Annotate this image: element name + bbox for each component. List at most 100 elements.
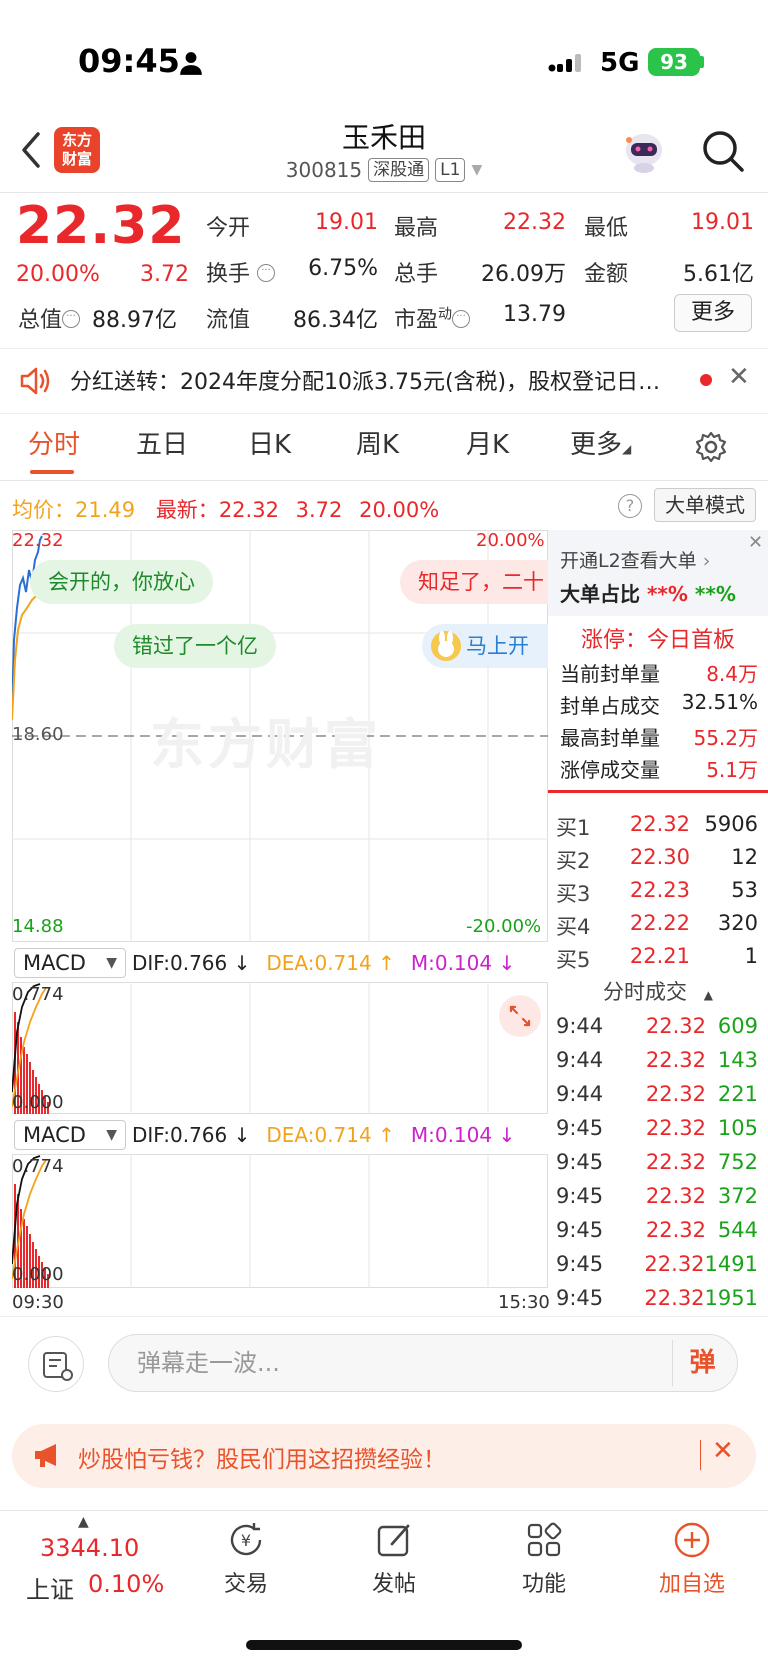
network-label: 5G (600, 48, 640, 78)
float-cap-value: 86.34亿 (293, 308, 378, 333)
tab-daily-k[interactable]: 日K (248, 424, 291, 461)
battery-icon: 93 (648, 48, 700, 76)
limit-kv-row: 最高封单量 55.2万 (560, 726, 758, 750)
tick-row: 9:45 22.32 105 (556, 1116, 758, 1140)
tab-weekly-k[interactable]: 周K (356, 424, 399, 461)
dif-value: DIF:0.766 ↓ (132, 951, 251, 975)
edit-icon (377, 1524, 410, 1557)
tick-row: 9:45 22.32 1951 (556, 1286, 758, 1310)
help-icon[interactable]: ? (618, 494, 642, 518)
danmu-bubble[interactable]: 会开的，你放心 (30, 560, 213, 604)
tab-more[interactable]: 更多◢ (570, 424, 631, 461)
total-cap-label: 总值 ··· (18, 302, 81, 334)
high-value: 22.32 (503, 210, 566, 235)
tick-row: 9:45 22.32 752 (556, 1150, 758, 1174)
close-icon[interactable]: ✕ (712, 1436, 734, 1466)
bid-row: 买3 22.23 53 (556, 878, 758, 906)
expand-icon[interactable] (498, 994, 542, 1038)
bunny-avatar-icon (431, 631, 461, 661)
macd-y-bottom: 0.000 (12, 1264, 64, 1285)
ticks-header[interactable]: 分时成交 ▲ (548, 976, 768, 1006)
info-icon[interactable]: ··· (452, 309, 471, 328)
index-name[interactable]: 上证 (26, 1570, 74, 1605)
pe-label: 市盈动 ··· (394, 302, 471, 334)
high-label: 最高 (394, 216, 439, 241)
info-icon[interactable]: ··· (257, 263, 276, 282)
nav-post[interactable]: 发帖 (344, 1520, 444, 1598)
tabs-divider (0, 480, 768, 481)
tab-five-day[interactable]: 五日 (136, 424, 188, 461)
tag-level: L1 (435, 158, 466, 182)
comment-settings-icon[interactable] (28, 1336, 84, 1392)
battery-tip (700, 56, 704, 68)
grid-icon (527, 1522, 562, 1557)
ad-text[interactable]: 炒股怕亏钱？股民们用这招攒经验！ (78, 1440, 446, 1474)
nav-add-watchlist[interactable]: 加自选 (642, 1520, 742, 1598)
nav-functions[interactable]: 功能 (494, 1520, 594, 1598)
current-price: 22.32 (16, 196, 186, 256)
info-icon[interactable]: ··· (62, 309, 81, 328)
tab-intraday[interactable]: 分时 (28, 424, 80, 461)
limit-kv-row: 当前封单量 8.4万 (560, 662, 758, 686)
low-value: 19.01 (691, 210, 754, 235)
gear-icon[interactable] (694, 430, 728, 464)
trade-icon: ¥ (230, 1523, 262, 1556)
big-order-ratio: 大单占比 **% **% (560, 582, 736, 606)
notice-text[interactable]: 分红送转：2024年度分配10派3.75元(含税)，股权登记日… (70, 364, 670, 396)
svg-text:¥: ¥ (241, 1531, 251, 1550)
tick-row: 9:44 22.32 221 (556, 1082, 758, 1106)
status-time: 09:45 (78, 42, 180, 80)
dea-value: DEA:0.714 ↑ (266, 1123, 395, 1147)
pct-tick-top: 20.00% (476, 530, 545, 551)
macd-y-top: 0.774 (12, 1156, 64, 1177)
plus-circle-icon (674, 1522, 710, 1558)
macd-y-top: 0.774 (12, 984, 64, 1005)
index-caret-icon[interactable]: ▲ (78, 1514, 89, 1530)
index-percent[interactable]: 0.10% (88, 1570, 164, 1598)
l2-promo-text[interactable]: 开通L2查看大单 › (560, 546, 710, 573)
dif-value: DIF:0.766 ↓ (132, 1123, 251, 1147)
macd-grid (12, 1154, 489, 1288)
person-icon (180, 52, 202, 75)
pct-tick-bottom: -20.00% (466, 916, 542, 937)
tab-monthly-k[interactable]: 月K (466, 424, 509, 461)
volume-label: 总手 (394, 262, 439, 287)
danmu-bubble[interactable]: 错过了一个亿 (114, 624, 276, 668)
more-quote-button[interactable]: 更多 (674, 294, 752, 332)
amount-value: 5.61亿 (683, 262, 754, 287)
pe-value: 13.79 (503, 302, 566, 327)
limit-up-title: 涨停：今日首板 (580, 628, 735, 653)
ad-divider (700, 1440, 701, 1470)
close-icon[interactable]: ✕ (728, 362, 750, 392)
m-value: M:0.104 ↓ (410, 951, 516, 975)
indicator-select[interactable]: MACD ▼ (14, 948, 126, 978)
x-tick-start: 09:30 (12, 1292, 64, 1313)
danmu-bubble[interactable]: 知足了，二十 (400, 560, 548, 604)
change-amount: 3.72 (140, 262, 189, 287)
unread-dot (700, 374, 712, 386)
danmu-input[interactable]: 弹幕走一波... (108, 1334, 738, 1392)
indicator-select[interactable]: MACD ▼ (14, 1120, 126, 1150)
stock-code: 300815 (285, 158, 363, 182)
change-percent: 20.00% (16, 262, 100, 287)
send-danmu-button[interactable]: 弹 (672, 1340, 732, 1386)
robot-assistant-icon[interactable] (620, 128, 668, 176)
volume-value: 26.09万 (481, 262, 566, 287)
bid-row: 买4 22.22 320 (556, 911, 758, 939)
open-label: 今开 (206, 216, 251, 241)
tick-row: 9:44 22.32 609 (556, 1014, 758, 1038)
chart-tabs: 分时 五日 日K 周K 月K 更多◢ (0, 424, 768, 480)
search-icon[interactable] (700, 128, 746, 174)
home-indicator[interactable] (246, 1640, 522, 1650)
bid-row: 买1 22.32 5906 (556, 812, 758, 840)
macd-toolbar: MACD ▼ DIF:0.766 ↓ DEA:0.714 ↑ M:0.104 ↓ (14, 1118, 515, 1152)
chart-summary-line: 均价：21.49 最新：22.32 3.72 20.00% (12, 498, 440, 522)
nav-trade[interactable]: ¥ 交易 (196, 1520, 296, 1598)
open-value: 19.01 (315, 210, 378, 235)
index-value[interactable]: 3344.10 (40, 1534, 139, 1562)
limit-kv-row: 封单占成交 32.51% (560, 690, 758, 718)
close-icon[interactable]: ✕ (748, 532, 763, 553)
tick-row: 9:45 22.32 372 (556, 1184, 758, 1208)
big-order-mode-button[interactable]: 大单模式 (654, 488, 756, 522)
dropdown-triangle-icon[interactable]: ▼ (471, 162, 482, 178)
